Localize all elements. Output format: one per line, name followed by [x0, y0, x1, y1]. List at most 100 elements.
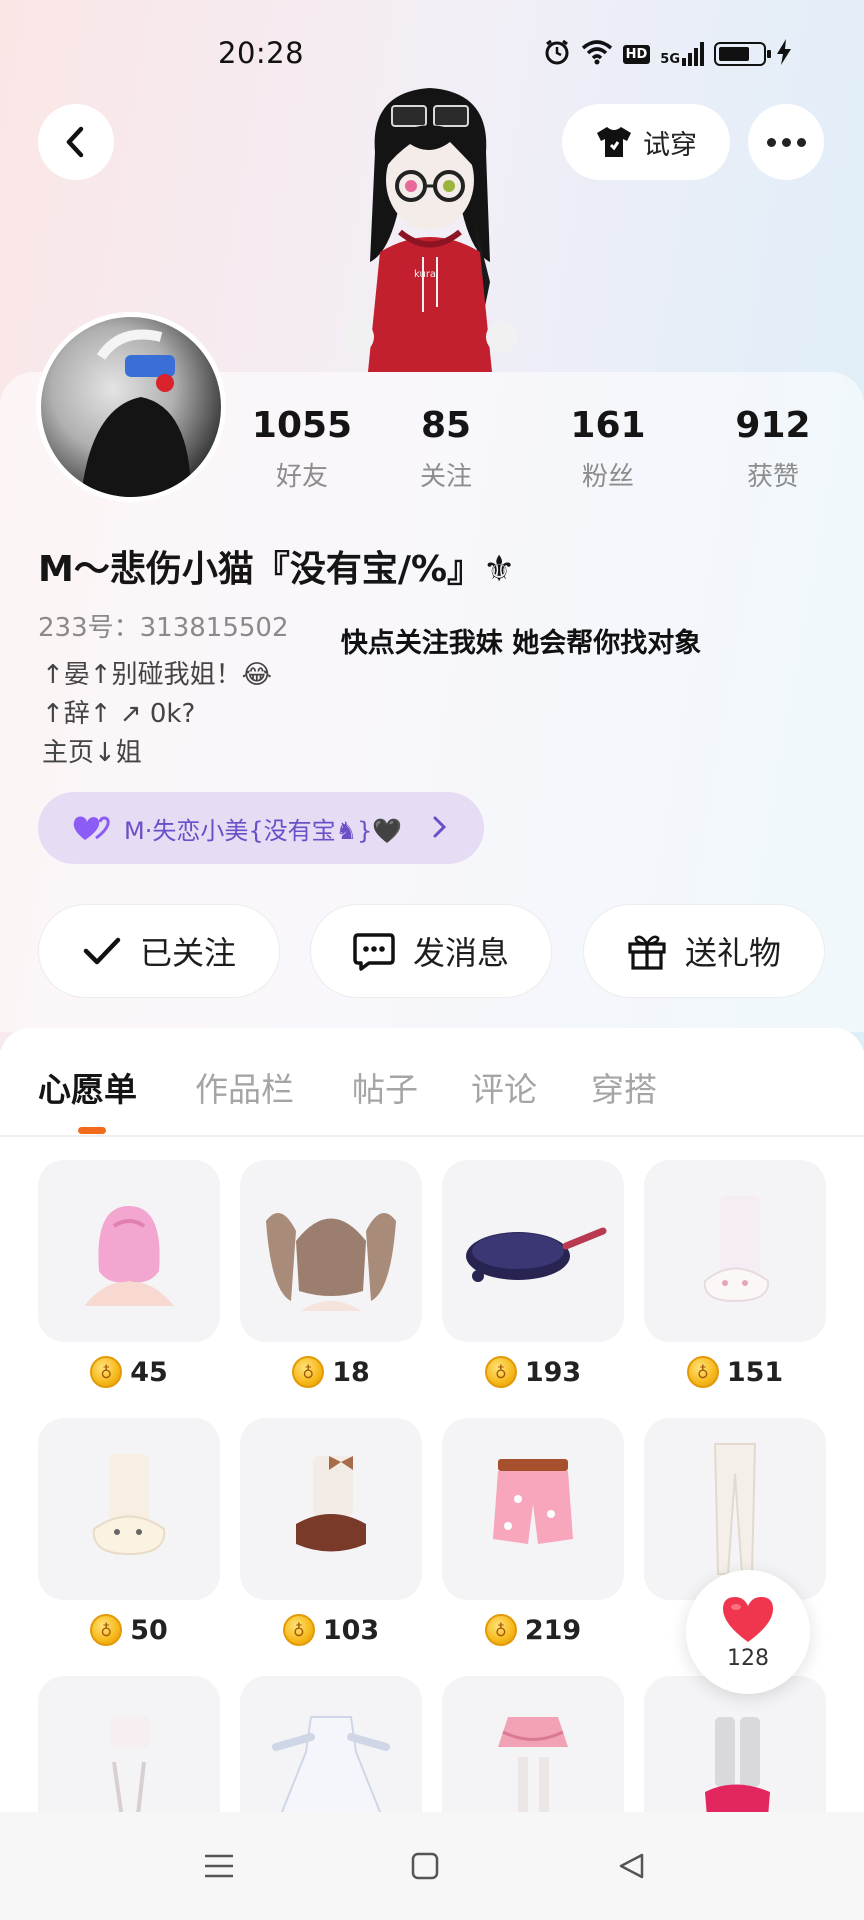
price-value: 18	[332, 1356, 370, 1388]
price-value: 151	[726, 1356, 784, 1388]
price-tag: ♁ 151	[644, 1356, 826, 1388]
back-triangle-icon	[619, 1853, 644, 1879]
message-button[interactable]: 发消息	[310, 904, 552, 998]
bio-line: 主页↓姐	[42, 738, 142, 768]
tab-indicator	[78, 1127, 106, 1134]
stat-label: 获赞	[746, 462, 799, 492]
followed-label: 已关注	[139, 934, 236, 972]
coin-icon: ♁	[90, 1356, 123, 1388]
system-nav-bar	[0, 1812, 864, 1920]
battery-fill	[719, 47, 749, 61]
gift-icon	[628, 935, 666, 970]
pink-hair-image	[84, 1206, 174, 1306]
coin-icon: ♁	[282, 1614, 315, 1646]
wishlist-item[interactable]	[240, 1160, 422, 1342]
grey-leg-warmers-image	[705, 1717, 770, 1812]
pink-shorts-image	[493, 1459, 573, 1544]
relationship-label: M·失恋小美{没有宝♞}🖤	[124, 816, 403, 845]
tab-posts[interactable]: 帖子	[352, 1063, 418, 1111]
wishlist-grid: ♁ 45 ♁ 18 ♁ 193 ♁ 151 ♁ 50 ♁ 103 ♁ 219	[0, 1160, 864, 1812]
coin-icon: ♁	[292, 1356, 325, 1388]
white-lace-outfit-image	[109, 1717, 149, 1812]
tab-outfits[interactable]: 穿搭	[591, 1063, 657, 1111]
stat-followers[interactable]: 161 粉丝	[538, 405, 678, 493]
wishlist-item[interactable]	[442, 1418, 624, 1600]
wishlist-item[interactable]	[644, 1160, 826, 1342]
pink-frill-skirt-image	[498, 1717, 568, 1812]
price-value: 45	[130, 1356, 168, 1388]
like-button[interactable]: 128	[686, 1570, 810, 1694]
double-heart-icon	[73, 816, 110, 840]
gift-button[interactable]: 送礼物	[583, 904, 825, 998]
wishlist-item[interactable]	[644, 1676, 826, 1812]
back-arrow-icon	[66, 126, 84, 158]
charging-icon	[776, 39, 792, 69]
status-icons: HD 5G	[543, 38, 792, 70]
price-tag: ♁ 103	[240, 1614, 422, 1646]
user-id[interactable]: 233号：313815502	[38, 607, 289, 644]
tshirt-icon	[597, 127, 631, 157]
bunny-socks-image	[703, 1196, 770, 1303]
white-stockings-image	[713, 1443, 757, 1575]
price-value: 193	[524, 1356, 582, 1388]
back-button[interactable]	[38, 104, 114, 180]
home-nav-button[interactable]	[395, 1842, 455, 1890]
price-value: 50	[130, 1614, 168, 1646]
profile-avatar[interactable]	[36, 312, 226, 502]
wifi-icon	[581, 39, 613, 69]
wishlist-item[interactable]	[38, 1160, 220, 1342]
overlay-caption: 快点关注我妹 她会帮你找对象	[340, 628, 702, 659]
followed-button[interactable]: 已关注	[38, 904, 280, 998]
stat-label: 关注	[419, 462, 472, 492]
stat-friends[interactable]: 1055 好友	[232, 405, 372, 493]
network-label: 5G	[660, 52, 680, 67]
price-tag: ♁ 45	[38, 1356, 220, 1388]
bio-line: ↑辞↑ ↗ 0k?	[42, 699, 196, 729]
stat-value: 912	[735, 405, 811, 446]
wishlist-item[interactable]	[240, 1418, 422, 1600]
home-square-icon	[411, 1852, 439, 1880]
stat-label: 好友	[275, 462, 328, 492]
price-value: 219	[524, 1614, 582, 1646]
bio: ↑晏↑别碰我姐！😂 ↑辞↑ ↗ 0k? 主页↓姐	[42, 656, 272, 773]
tab-comments[interactable]: 评论	[471, 1063, 537, 1111]
brown-bow-boots-image	[296, 1456, 366, 1552]
white-dress-image	[272, 1716, 390, 1812]
wishlist-item[interactable]	[38, 1418, 220, 1600]
coin-icon: ♁	[484, 1614, 517, 1646]
hd-icon: HD	[622, 44, 651, 64]
brown-hair-image	[266, 1213, 396, 1311]
wishlist-item[interactable]	[38, 1676, 220, 1812]
tab-wishlist[interactable]: 心愿单	[38, 1063, 137, 1111]
stat-value: 1055	[251, 405, 353, 446]
5g-signal-icon: 5G	[660, 42, 704, 66]
try-on-label: 试穿	[643, 129, 697, 161]
stat-following[interactable]: 85 关注	[376, 405, 516, 493]
more-dots-icon	[766, 137, 806, 147]
heart-icon	[723, 1596, 773, 1642]
tab-bar: 心愿单 作品栏 帖子 评论 穿搭	[0, 1055, 864, 1135]
relationship-tag[interactable]: M·失恋小美{没有宝♞}🖤	[38, 792, 484, 864]
price-tag: ♁ 193	[442, 1356, 624, 1388]
stat-label: 粉丝	[581, 462, 634, 492]
frying-pan-image	[466, 1227, 607, 1282]
price-value: 103	[322, 1614, 380, 1646]
more-button[interactable]	[748, 104, 824, 180]
status-time: 20:28	[218, 36, 305, 70]
character-avatar-image: kura	[342, 88, 518, 372]
like-count: 128	[727, 1645, 769, 1671]
coin-icon: ♁	[686, 1356, 719, 1388]
coin-icon: ♁	[90, 1614, 123, 1646]
price-tag: ♁ 219	[442, 1614, 624, 1646]
wishlist-item[interactable]	[240, 1676, 422, 1812]
tab-works[interactable]: 作品栏	[195, 1063, 294, 1111]
back-nav-button[interactable]	[602, 1842, 662, 1890]
wishlist-item[interactable]	[442, 1160, 624, 1342]
stat-likes[interactable]: 912 获赞	[703, 405, 843, 493]
menu-nav-button[interactable]	[189, 1842, 249, 1890]
bio-line: ↑晏↑别碰我姐！😂	[42, 660, 272, 690]
chevron-right-icon	[433, 816, 447, 838]
try-on-button[interactable]: 试穿	[562, 104, 730, 180]
wishlist-item[interactable]	[442, 1676, 624, 1812]
svg-text:kura: kura	[414, 269, 436, 280]
